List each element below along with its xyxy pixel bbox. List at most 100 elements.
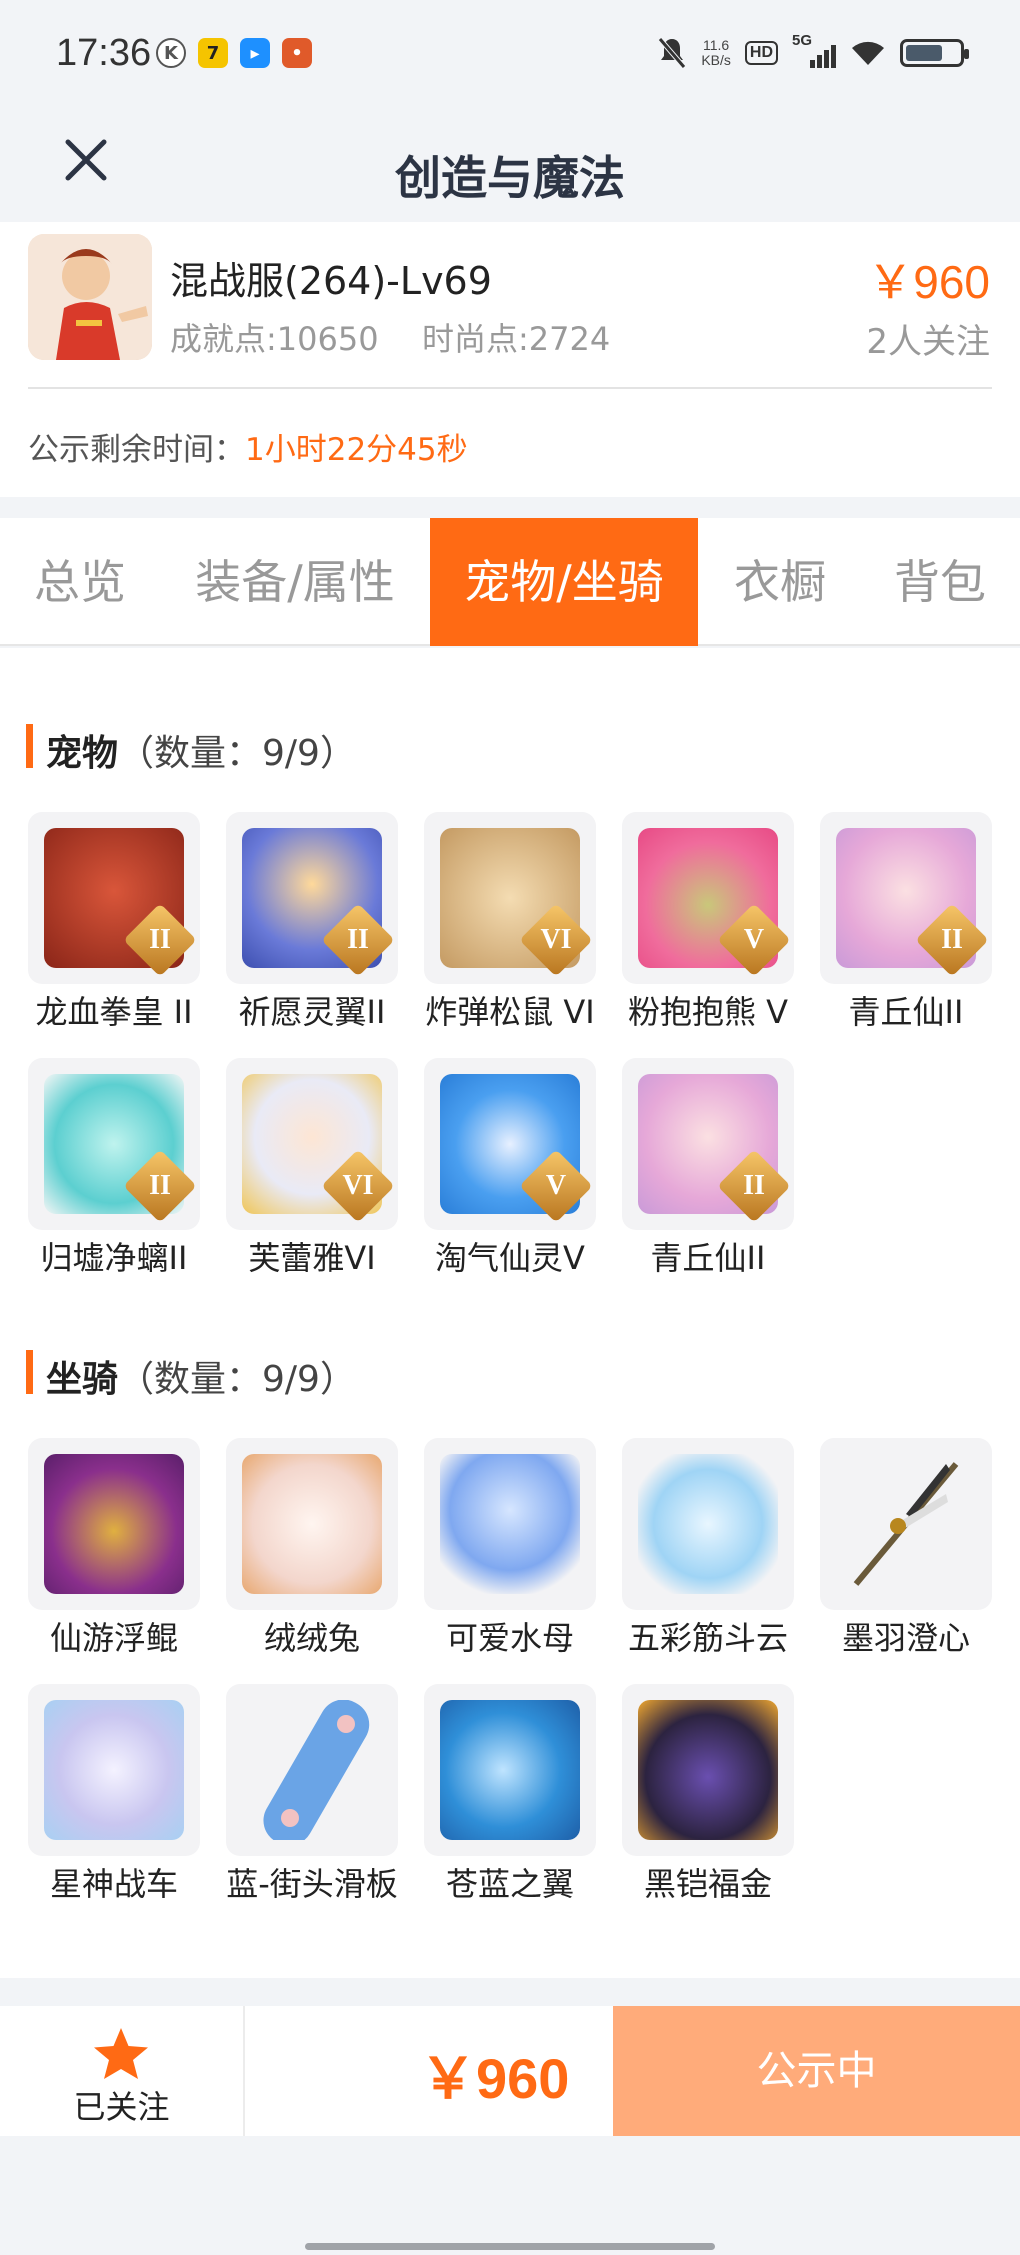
pet-name: 芙蕾雅VI bbox=[248, 1239, 376, 1277]
mount-item[interactable]: 可爱水母 bbox=[424, 1438, 596, 1660]
product-name: 混战服(264)-Lv69 bbox=[170, 259, 492, 303]
rank-badge: VI bbox=[342, 1170, 374, 1201]
bilibili-icon: ▸ bbox=[240, 38, 270, 68]
rank-badge: II bbox=[149, 924, 171, 955]
pet-name: 龙血拳皇 II bbox=[35, 993, 193, 1031]
tab-bag[interactable]: 背包 bbox=[860, 518, 1020, 646]
mount-item[interactable]: 墨羽澄心 bbox=[820, 1438, 992, 1660]
mount-name: 绒绒兔 bbox=[263, 1619, 360, 1657]
battery-icon bbox=[900, 39, 969, 67]
net-speed: 11.6 KB/s bbox=[701, 37, 731, 68]
tab-wardrobe[interactable]: 衣橱 bbox=[705, 518, 855, 646]
mount-image bbox=[440, 1454, 580, 1594]
hd-badge: HD bbox=[744, 41, 778, 65]
rank-badge: II bbox=[347, 924, 369, 955]
home-indicator[interactable] bbox=[305, 2243, 715, 2250]
mount-name: 黑铠福金 bbox=[643, 1865, 772, 1903]
pet-name: 祈愿灵翼II bbox=[238, 993, 386, 1031]
status-bar: 17:36 K 7 ▸ • 11.6 KB/s HD 5G bbox=[0, 0, 1020, 110]
tab-overview[interactable]: 总览 bbox=[0, 518, 160, 646]
pet-item[interactable]: II 祈愿灵翼II bbox=[226, 812, 398, 1034]
mount-image bbox=[44, 1454, 184, 1594]
pet-item[interactable]: VI 芙蕾雅VI bbox=[226, 1058, 398, 1280]
product-price: ￥960 bbox=[867, 256, 990, 308]
system-icons: 11.6 KB/s HD 5G bbox=[657, 32, 969, 70]
mount-image bbox=[440, 1700, 580, 1840]
mount-image bbox=[638, 1700, 778, 1840]
follower-count: 2人关注 bbox=[866, 322, 990, 362]
pet-item[interactable]: II 归墟净螭II bbox=[28, 1058, 200, 1280]
bottom-action-bar: 已关注 ￥960 公示中 bbox=[0, 2006, 1020, 2136]
section-marker bbox=[26, 724, 33, 768]
achievement-points: 成就点:10650 bbox=[170, 320, 379, 358]
pet-item[interactable]: V 淘气仙灵V bbox=[424, 1058, 596, 1280]
pet-name: 青丘仙II bbox=[848, 993, 964, 1031]
follow-label: 已关注 bbox=[73, 2088, 170, 2126]
k-icon: K bbox=[156, 38, 186, 68]
nav-bar: 创造与魔法 bbox=[0, 110, 1020, 220]
section-marker bbox=[26, 1350, 33, 1394]
mount-name: 苍蓝之翼 bbox=[445, 1865, 574, 1903]
countdown: 公示剩余时间：1小时22分45秒 bbox=[28, 424, 468, 469]
fashion-points: 时尚点:2724 bbox=[422, 320, 611, 358]
pet-name: 青丘仙II bbox=[650, 1239, 766, 1277]
tab-bar: 总览 装备/属性 宠物/坐骑 衣橱 背包 bbox=[0, 518, 1020, 646]
mount-image bbox=[853, 1462, 959, 1586]
rank-badge: II bbox=[149, 1170, 171, 1201]
mute-icon bbox=[658, 37, 687, 69]
mount-item[interactable]: 五彩筋斗云 bbox=[622, 1438, 794, 1660]
pet-name: 炸弹松鼠 VI bbox=[425, 993, 595, 1031]
pet-name: 粉抱抱熊 V bbox=[627, 993, 789, 1031]
character-avatar bbox=[28, 234, 152, 360]
mount-name: 可爱水母 bbox=[445, 1619, 574, 1657]
mount-image bbox=[263, 1700, 370, 1840]
mount-image bbox=[242, 1454, 382, 1594]
product-card: 混战服(264)-Lv69 成就点:10650 时尚点:2724 ￥960 2人… bbox=[0, 222, 1020, 497]
mount-name: 星神战车 bbox=[49, 1865, 178, 1903]
tab-pets-mounts[interactable]: 宠物/坐骑 bbox=[430, 518, 698, 646]
rank-badge: V bbox=[743, 924, 765, 955]
rank-badge: VI bbox=[540, 924, 572, 955]
public-status-button[interactable]: 公示中 bbox=[613, 2006, 1020, 2136]
mount-item[interactable]: 仙游浮鲲 bbox=[28, 1438, 200, 1660]
mount-item[interactable]: 苍蓝之翼 bbox=[424, 1684, 596, 1906]
status-time: 17:36 bbox=[56, 32, 152, 74]
pet-name: 归墟净螭II bbox=[40, 1239, 188, 1277]
game-icon: • bbox=[282, 38, 312, 68]
mount-name: 墨羽澄心 bbox=[841, 1619, 970, 1657]
pet-item[interactable]: II 龙血拳皇 II bbox=[28, 812, 200, 1034]
qq-browser-icon: 7 bbox=[198, 38, 228, 68]
countdown-label: 公示剩余时间： bbox=[28, 432, 245, 468]
tab-equipment[interactable]: 装备/属性 bbox=[170, 518, 420, 646]
pet-item[interactable]: VI 炸弹松鼠 VI bbox=[424, 812, 596, 1034]
signal-icon: 5G bbox=[792, 32, 836, 68]
notification-icons: K 7 ▸ • bbox=[156, 38, 312, 68]
mount-image bbox=[638, 1454, 778, 1594]
mount-item[interactable]: 黑铠福金 bbox=[622, 1684, 794, 1906]
page-title: 创造与魔法 bbox=[395, 151, 625, 205]
divider bbox=[243, 2006, 245, 2136]
star-icon bbox=[94, 2028, 148, 2079]
pets-section-title: 宠物（数量：9/9） bbox=[46, 733, 356, 774]
mount-item[interactable]: 绒绒兔 bbox=[226, 1438, 398, 1660]
rank-badge: V bbox=[545, 1170, 567, 1201]
countdown-value: 1小时22分45秒 bbox=[245, 432, 468, 468]
mount-name: 蓝-街头滑板 bbox=[226, 1865, 398, 1903]
rank-badge: II bbox=[743, 1170, 765, 1201]
rank-badge: II bbox=[941, 924, 963, 955]
pet-item[interactable]: II 青丘仙II bbox=[622, 1058, 794, 1280]
pet-name: 淘气仙灵V bbox=[435, 1239, 585, 1277]
mounts-section-title: 坐骑（数量：9/9） bbox=[46, 1359, 356, 1400]
mount-name: 五彩筋斗云 bbox=[627, 1619, 788, 1657]
follow-button[interactable]: 已关注 bbox=[0, 2006, 243, 2136]
wifi-icon bbox=[852, 41, 884, 65]
mount-image bbox=[44, 1700, 184, 1840]
mount-item[interactable]: 星神战车 bbox=[28, 1684, 200, 1906]
pets-mounts-panel: 宠物（数量：9/9） II 龙血拳皇 II II 祈愿灵翼II VI 炸弹松鼠 … bbox=[0, 648, 1020, 1978]
mount-item[interactable]: 蓝-街头滑板 bbox=[226, 1684, 398, 1906]
pet-item[interactable]: V 粉抱抱熊 V bbox=[622, 812, 794, 1034]
pet-item[interactable]: II 青丘仙II bbox=[820, 812, 992, 1034]
bottom-price: ￥960 bbox=[420, 2047, 570, 2110]
divider bbox=[28, 387, 992, 389]
mount-name: 仙游浮鲲 bbox=[49, 1619, 178, 1657]
